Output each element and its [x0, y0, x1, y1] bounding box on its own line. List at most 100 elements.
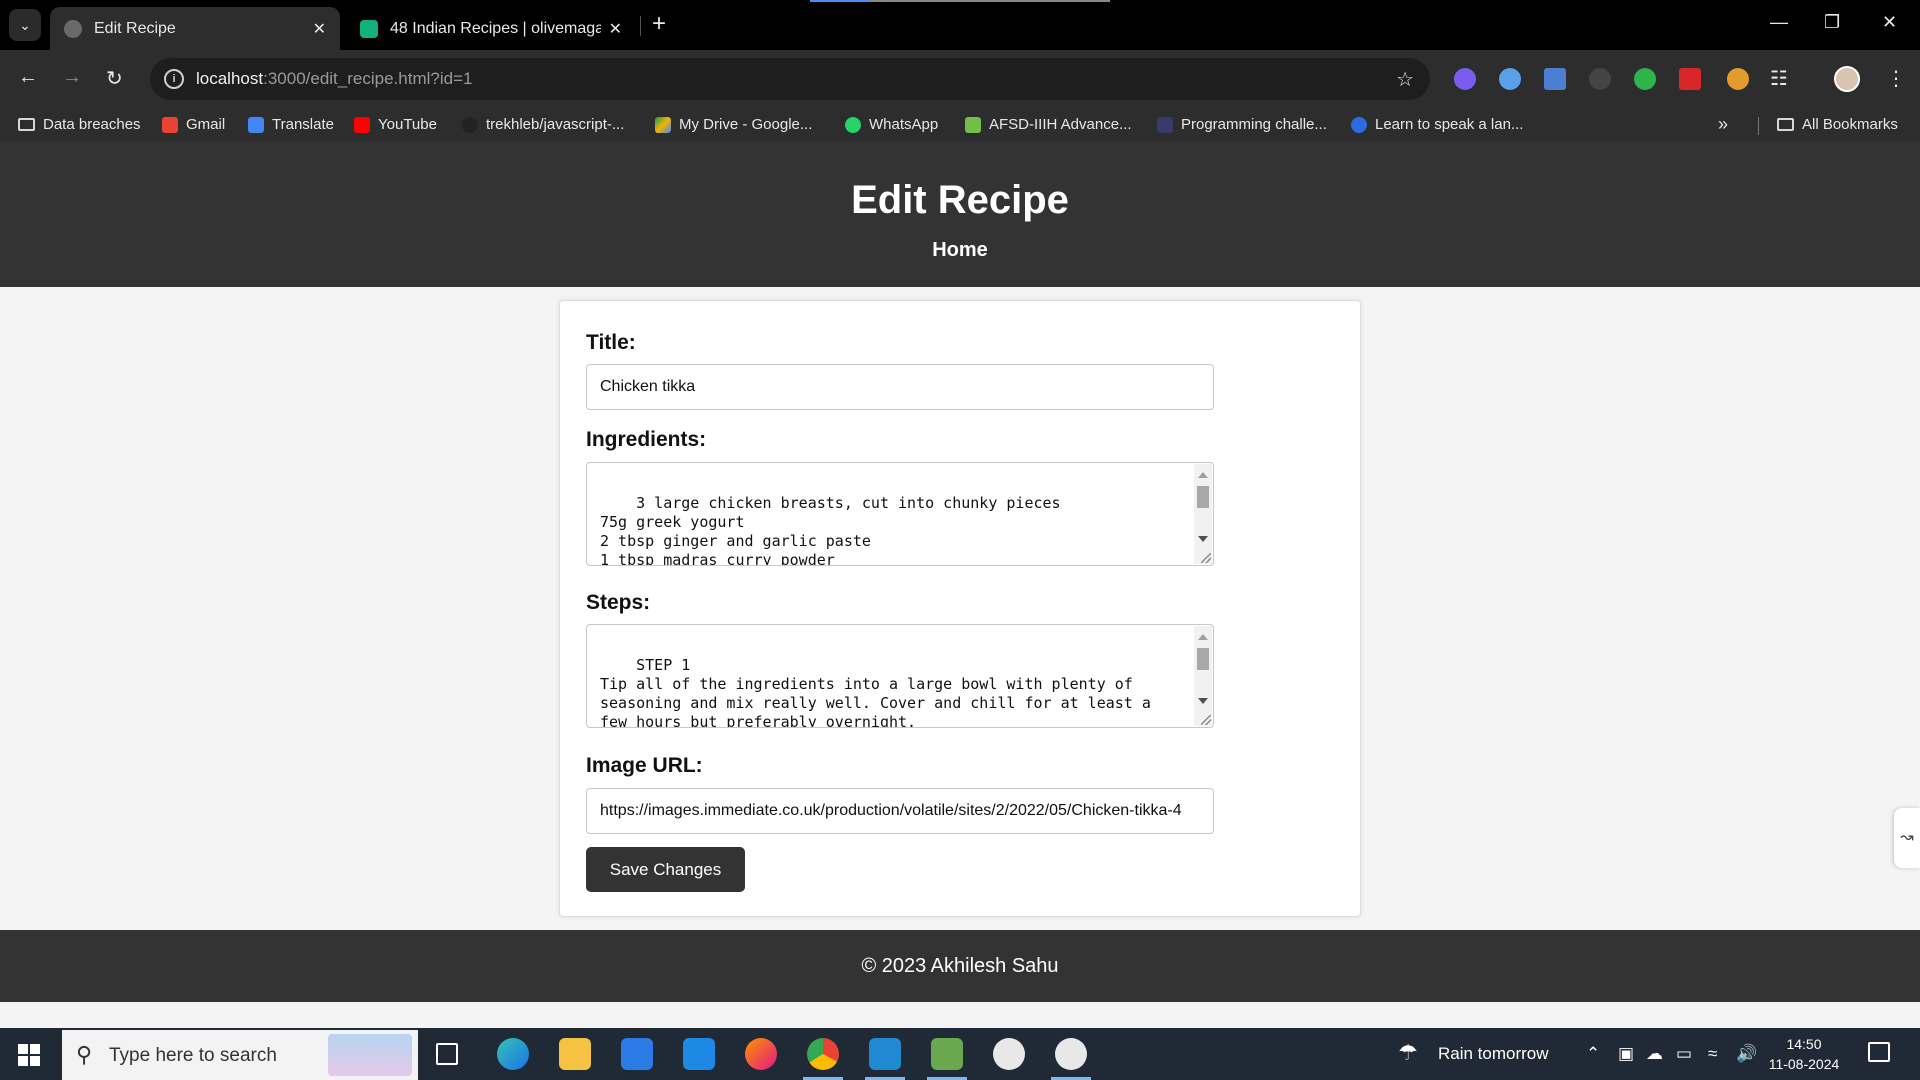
bookmark-data-breaches[interactable]: Data breaches [18, 116, 141, 133]
firefox-icon[interactable] [745, 1038, 777, 1070]
windows-taskbar: ⚲ Type here to search ☂ Rain tomorrow ⌃ … [0, 1028, 1920, 1080]
extension-badge-icon[interactable] [1727, 68, 1749, 90]
panda-app-icon[interactable] [993, 1038, 1025, 1070]
translate-icon [248, 116, 264, 133]
window-close-icon[interactable]: ✕ [1882, 12, 1897, 33]
tab-title: 48 Indian Recipes | olivemagazi [390, 19, 601, 37]
close-tab-icon[interactable]: ✕ [609, 19, 622, 39]
site-info-icon[interactable]: i [164, 69, 184, 89]
bookmark-whatsapp[interactable]: WhatsApp [845, 116, 938, 133]
extension-doc-icon[interactable] [1544, 68, 1566, 90]
ingredients-textarea[interactable]: 3 large chicken breasts, cut into chunky… [586, 462, 1214, 566]
profile-avatar[interactable] [1834, 66, 1860, 92]
reload-icon[interactable]: ↻ [106, 66, 123, 91]
wifi-icon[interactable]: ≈ [1708, 1044, 1717, 1064]
browser-toolbar: ← → ↻ i localhost:3000/edit_recipe.html?… [0, 50, 1920, 108]
windows-start-icon[interactable] [18, 1044, 40, 1066]
mail-icon[interactable] [683, 1038, 715, 1070]
url-text[interactable]: localhost:3000/edit_recipe.html?id=1 [196, 69, 472, 89]
clock-date: 11-08-2024 [1768, 1056, 1840, 1072]
steps-scrollbar[interactable] [1194, 626, 1212, 726]
title-label: Title: [586, 331, 636, 354]
scroll-thumb[interactable] [1197, 648, 1209, 670]
extension-green-icon[interactable] [1634, 68, 1656, 90]
extension-clock-icon[interactable] [1499, 68, 1521, 90]
image-url-input[interactable]: https://images.immediate.co.uk/productio… [586, 788, 1214, 834]
ingredients-label: Ingredients: [586, 428, 707, 451]
meet-now-icon[interactable]: ▣ [1618, 1044, 1634, 1064]
extensions-puzzle-icon[interactable]: ☷ [1770, 66, 1788, 91]
steps-label: Steps: [586, 591, 651, 614]
scroll-up-icon[interactable] [1198, 472, 1208, 478]
onedrive-icon[interactable]: ☁ [1646, 1044, 1663, 1064]
weather-text[interactable]: Rain tomorrow [1438, 1044, 1549, 1064]
store-icon[interactable] [621, 1038, 653, 1070]
bookmark-gmail[interactable]: Gmail [162, 116, 225, 133]
steps-textarea[interactable]: STEP 1 Tip all of the ingredients into a… [586, 624, 1214, 728]
spreadsheet-app-icon[interactable] [927, 1038, 967, 1080]
resize-grip-icon[interactable] [1201, 553, 1211, 563]
scroll-up-icon[interactable] [1198, 634, 1208, 640]
bookmark-translate[interactable]: Translate [248, 116, 334, 133]
new-tab-icon[interactable]: + [652, 12, 666, 36]
tab-olive-magazine[interactable]: 48 Indian Recipes | olivemagazi ✕ [346, 7, 636, 50]
bookmark-my-drive[interactable]: My Drive - Google... [655, 116, 812, 133]
restore-icon[interactable]: ❐ [1824, 12, 1840, 33]
taskbar-search-box[interactable]: ⚲ Type here to search [62, 1030, 418, 1080]
vscode-icon[interactable] [865, 1038, 905, 1080]
volume-icon[interactable]: 🔊 [1736, 1044, 1757, 1064]
youtube-icon [354, 116, 370, 133]
panda-app-icon[interactable] [1051, 1038, 1091, 1080]
edge-icon[interactable] [497, 1038, 529, 1070]
nav-home-link[interactable]: Home [0, 239, 1920, 262]
ingredients-scrollbar[interactable] [1194, 464, 1212, 564]
task-view-icon[interactable] [436, 1043, 458, 1065]
resize-grip-icon[interactable] [1201, 715, 1211, 725]
save-changes-button[interactable]: Save Changes [586, 847, 745, 892]
site-header: Edit Recipe Home [0, 142, 1920, 287]
address-bar[interactable]: i localhost:3000/edit_recipe.html?id=1 ☆ [150, 58, 1430, 100]
bookmark-youtube[interactable]: YouTube [354, 116, 437, 133]
extension-dark-icon[interactable] [1589, 68, 1611, 90]
bookmark-icon [1351, 116, 1367, 133]
folder-icon [18, 118, 35, 131]
bookmark-divider [1758, 117, 1759, 135]
bookmark-programming[interactable]: Programming challe... [1157, 116, 1327, 133]
more-bookmarks-icon[interactable]: » [1718, 114, 1728, 135]
scroll-thumb[interactable] [1197, 486, 1209, 508]
tab-edit-recipe[interactable]: Edit Recipe ✕ [50, 7, 340, 50]
image-url-label: Image URL: [586, 754, 703, 777]
scroll-down-icon[interactable] [1198, 698, 1208, 704]
site-footer: © 2023 Akhilesh Sahu [0, 930, 1920, 1002]
system-clock[interactable]: 14:50 11-08-2024 [1766, 1034, 1842, 1074]
weather-icon[interactable]: ☂ [1398, 1040, 1418, 1066]
chrome-icon[interactable] [803, 1038, 843, 1080]
tab-search-menu-icon[interactable]: ⌄ [9, 9, 41, 41]
show-hidden-icons-icon[interactable]: ⌃ [1586, 1044, 1600, 1064]
extension-red-icon[interactable] [1679, 68, 1701, 90]
file-explorer-icon[interactable] [559, 1038, 591, 1070]
scroll-down-icon[interactable] [1198, 536, 1208, 542]
forward-icon[interactable]: → [62, 66, 82, 89]
page-title: Edit Recipe [851, 178, 1069, 222]
search-icon: ⚲ [76, 1042, 93, 1067]
drive-icon [655, 116, 671, 133]
bookmark-afsd[interactable]: AFSD-IIIH Advance... [965, 116, 1132, 133]
side-panel-toggle-icon[interactable]: ↝ [1894, 808, 1920, 868]
all-bookmarks[interactable]: All Bookmarks [1777, 116, 1898, 133]
battery-icon[interactable]: ▭ [1676, 1044, 1692, 1064]
bookmark-learn-language[interactable]: Learn to speak a lan... [1351, 116, 1523, 133]
browser-menu-icon[interactable]: ⋮ [1886, 66, 1906, 91]
search-highlight-image [328, 1034, 412, 1076]
title-input[interactable]: Chicken tikka [586, 364, 1214, 410]
notification-center-icon[interactable] [1868, 1042, 1890, 1062]
whatsapp-icon [845, 116, 861, 133]
close-tab-icon[interactable]: ✕ [313, 19, 326, 39]
olive-favicon-icon [360, 19, 378, 38]
minimize-icon[interactable]: — [1770, 12, 1788, 33]
extension-flame-icon[interactable] [1454, 68, 1476, 90]
bookmark-trekhleb[interactable]: trekhleb/javascript-... [462, 116, 624, 133]
back-icon[interactable]: ← [18, 66, 38, 89]
folder-icon [1777, 118, 1794, 131]
bookmark-star-icon[interactable]: ☆ [1396, 67, 1414, 92]
